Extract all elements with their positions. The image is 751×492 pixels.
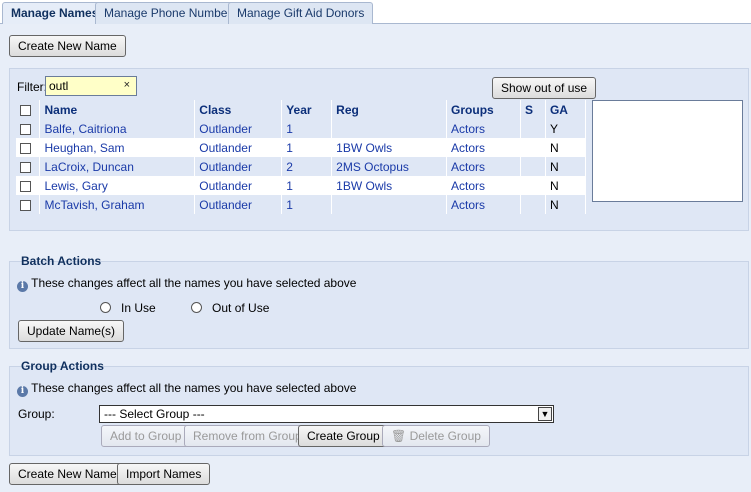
row-checkbox-cell (16, 195, 41, 214)
in-use-radio[interactable] (100, 302, 111, 313)
year-cell: 1 (281, 119, 333, 138)
row-checkbox-cell (16, 176, 41, 195)
reg-cell (331, 195, 448, 214)
chevron-down-icon[interactable]: ▼ (538, 407, 552, 421)
col-s[interactable]: S (520, 100, 546, 119)
filter-input[interactable]: outl × (45, 76, 137, 96)
group-label: Group: (18, 407, 55, 421)
out-of-use-radio[interactable] (191, 302, 202, 313)
delete-group-button[interactable]: 🗑 Delete Group (382, 425, 490, 447)
name-cell[interactable]: Heughan, Sam (39, 138, 196, 157)
row-checkbox[interactable] (20, 123, 31, 135)
groups-cell: Actors (446, 195, 521, 214)
table-row[interactable]: LaCroix, Duncan Outlander 2 2MS Octopus … (16, 157, 587, 176)
filter-value: outl (49, 79, 69, 93)
remove-from-group-button[interactable]: Remove from Group (184, 425, 311, 447)
row-checkbox-cell (16, 138, 41, 157)
create-new-name-button-bottom[interactable]: Create New Name (9, 463, 126, 485)
details-box (592, 100, 743, 202)
select-all-cell (16, 100, 41, 119)
delete-group-label: Delete Group (409, 429, 481, 443)
trash-icon: 🗑 (391, 429, 407, 443)
filter-label: Filter: (17, 80, 47, 94)
out-of-use-option[interactable]: Out of Use (191, 301, 269, 315)
class-cell: Outlander (194, 119, 283, 138)
class-cell: Outlander (194, 176, 283, 195)
ga-cell: N (545, 157, 587, 176)
row-checkbox-cell (16, 157, 41, 176)
table-row[interactable]: Balfe, Caitriona Outlander 1 Actors Y (16, 119, 587, 138)
class-cell: Outlander (194, 195, 283, 214)
create-new-name-button-top[interactable]: Create New Name (9, 35, 126, 57)
ga-cell: N (545, 138, 587, 157)
show-out-of-use-button[interactable]: Show out of use (492, 77, 597, 99)
groups-cell: Actors (446, 138, 521, 157)
col-year[interactable]: Year (281, 100, 333, 119)
in-use-option[interactable]: In Use (100, 301, 156, 315)
ga-cell: Y (545, 119, 587, 138)
table-row[interactable]: Heughan, Sam Outlander 1 1BW Owls Actors… (16, 138, 587, 157)
reg-cell: 2MS Octopus (331, 157, 448, 176)
name-cell[interactable]: LaCroix, Duncan (39, 157, 196, 176)
row-checkbox[interactable] (20, 180, 31, 192)
groups-cell: Actors (446, 119, 521, 138)
select-all-checkbox[interactable] (20, 104, 31, 116)
update-names-button[interactable]: Update Name(s) (18, 320, 125, 342)
col-ga[interactable]: GA (545, 100, 587, 119)
in-use-label: In Use (121, 301, 156, 315)
class-cell: Outlander (194, 138, 283, 157)
group-info-text: These changes affect all the names you h… (31, 381, 357, 395)
name-cell[interactable]: Lewis, Gary (39, 176, 196, 195)
class-cell: Outlander (194, 157, 283, 176)
tab-manage-gift-aid-donors[interactable]: Manage Gift Aid Donors (228, 2, 374, 24)
col-name[interactable]: Name (39, 100, 196, 119)
s-cell (520, 176, 546, 195)
info-icon: i (17, 386, 28, 397)
group-select[interactable]: --- Select Group --- ▼ (99, 405, 554, 423)
ga-cell: N (545, 176, 587, 195)
row-checkbox-cell (16, 119, 41, 138)
reg-cell: 1BW Owls (331, 138, 448, 157)
out-of-use-label: Out of Use (212, 301, 270, 315)
s-cell (520, 138, 546, 157)
name-cell[interactable]: Balfe, Caitriona (39, 119, 196, 138)
table-row[interactable]: McTavish, Graham Outlander 1 Actors N (16, 195, 587, 214)
reg-cell (331, 119, 448, 138)
import-names-button[interactable]: Import Names (117, 463, 211, 485)
batch-info-text: These changes affect all the names you h… (31, 276, 357, 290)
names-table: Name Class Year Reg Groups S GA Balfe, C… (16, 100, 587, 214)
group-select-value: --- Select Group --- (104, 407, 205, 421)
batch-info: i These changes affect all the names you… (17, 276, 356, 292)
year-cell: 2 (281, 157, 333, 176)
reg-cell: 1BW Owls (331, 176, 448, 195)
clear-filter-icon[interactable]: × (124, 79, 130, 91)
info-icon: i (17, 281, 28, 292)
batch-actions-title: Batch Actions (21, 254, 102, 268)
groups-cell: Actors (446, 157, 521, 176)
groups-cell: Actors (446, 176, 521, 195)
row-checkbox[interactable] (20, 161, 31, 173)
col-groups[interactable]: Groups (446, 100, 521, 119)
group-actions-title: Group Actions (21, 359, 104, 373)
s-cell (520, 195, 546, 214)
s-cell (520, 157, 546, 176)
tab-bar: Manage Names Manage Phone Numbers Manage… (0, 0, 751, 25)
create-group-button[interactable]: Create Group (298, 425, 389, 447)
year-cell: 1 (281, 195, 333, 214)
s-cell (520, 119, 546, 138)
table-row[interactable]: Lewis, Gary Outlander 1 1BW Owls Actors … (16, 176, 587, 195)
row-checkbox[interactable] (20, 142, 31, 154)
tab-manage-phone-numbers[interactable]: Manage Phone Numbers (95, 2, 247, 24)
tab-manage-names[interactable]: Manage Names (2, 2, 108, 25)
year-cell: 1 (281, 138, 333, 157)
year-cell: 1 (281, 176, 333, 195)
group-info: i These changes affect all the names you… (17, 381, 356, 397)
table-header-row: Name Class Year Reg Groups S GA (16, 100, 587, 119)
col-reg[interactable]: Reg (331, 100, 448, 119)
ga-cell: N (545, 195, 587, 214)
row-checkbox[interactable] (20, 199, 31, 211)
name-cell[interactable]: McTavish, Graham (39, 195, 196, 214)
col-class[interactable]: Class (194, 100, 283, 119)
add-to-group-button[interactable]: Add to Group (101, 425, 191, 447)
